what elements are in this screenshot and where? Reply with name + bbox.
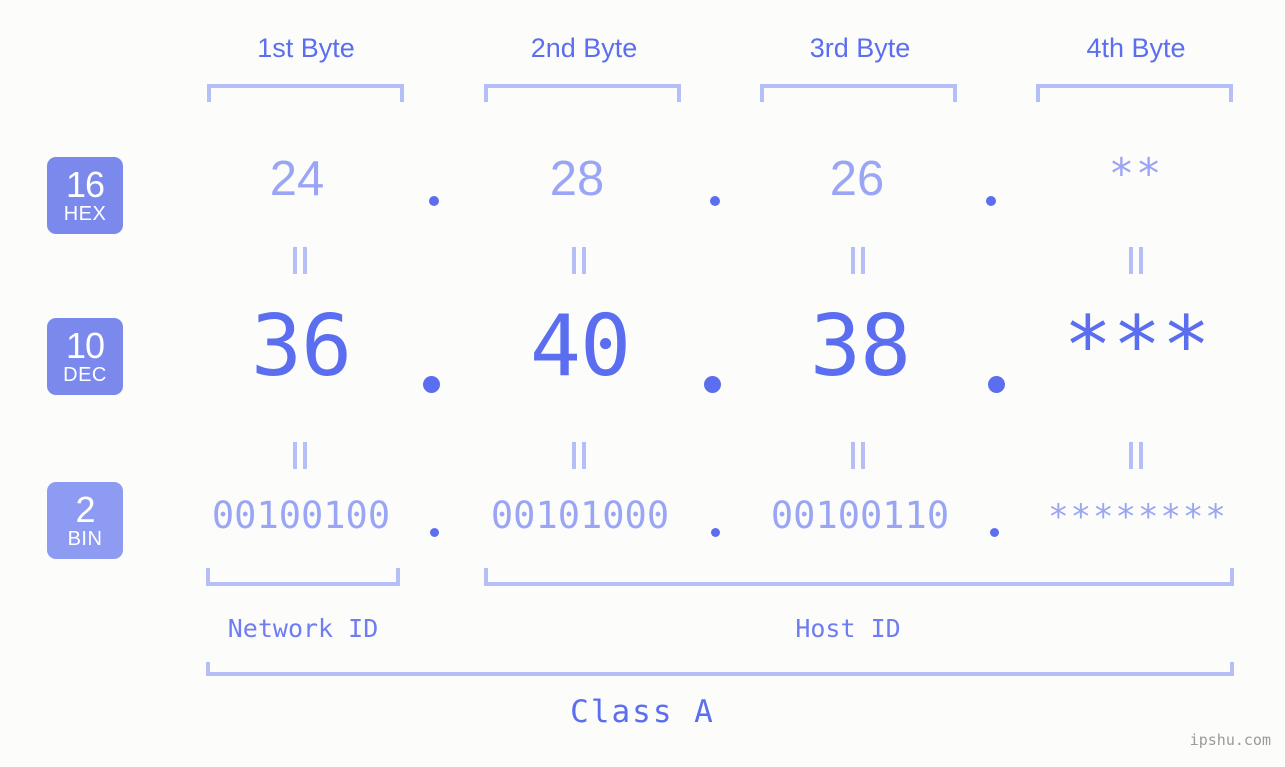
byte-bracket-4: [1036, 84, 1233, 102]
dec-byte-1: 36: [250, 297, 352, 396]
equals-icon-3-hex-dec: [851, 247, 865, 274]
dec-byte-3: 38: [809, 297, 911, 396]
equals-icon-1-hex-dec: [293, 247, 307, 274]
bin-byte-1: 00100100: [211, 494, 391, 537]
equals-icon-4-hex-dec: [1129, 247, 1143, 274]
base-badge-hex: 16 HEX: [47, 157, 123, 234]
byte-header-4: 4th Byte: [1086, 33, 1186, 63]
dec-separator-2: [704, 376, 721, 393]
bin-byte-3: 00100110: [770, 494, 950, 537]
byte-header-2: 2nd Byte: [530, 33, 638, 63]
base-badge-dec: 10 DEC: [47, 318, 123, 395]
equals-icon-2-dec-bin: [572, 442, 586, 469]
base-badge-dec-name: DEC: [63, 364, 107, 386]
hex-byte-4: **: [1108, 149, 1164, 198]
dec-separator-3: [988, 376, 1005, 393]
hex-byte-2: 28: [549, 152, 605, 206]
equals-icon-4-dec-bin: [1129, 442, 1143, 469]
base-badge-dec-number: 10: [65, 325, 105, 366]
equals-icon-3-dec-bin: [851, 442, 865, 469]
hex-byte-1: 24: [269, 152, 325, 206]
byte-bracket-2: [484, 84, 681, 102]
hex-separator-3: [986, 196, 996, 206]
base-badge-hex-number: 16: [65, 164, 105, 205]
network-id-bracket: [206, 568, 400, 586]
dec-separator-1: [423, 376, 440, 393]
hex-byte-3: 26: [829, 152, 885, 206]
bin-separator-1: [430, 528, 439, 537]
bin-separator-3: [990, 528, 999, 537]
dec-byte-4: ***: [1063, 299, 1212, 392]
bin-byte-4: ********: [1048, 497, 1228, 537]
base-badge-bin-name: BIN: [67, 528, 103, 550]
base-badge-bin-number: 2: [75, 489, 95, 530]
byte-header-3: 3rd Byte: [809, 33, 911, 63]
base-badge-hex-name: HEX: [63, 203, 107, 225]
hex-separator-1: [429, 196, 439, 206]
network-id-label: Network ID: [227, 614, 379, 643]
bin-separator-2: [711, 528, 720, 537]
class-bracket: [206, 662, 1234, 676]
class-label: Class A: [570, 694, 715, 730]
byte-header-1: 1st Byte: [257, 33, 355, 63]
host-id-bracket: [484, 568, 1234, 586]
dec-byte-2: 40: [529, 297, 631, 396]
host-id-label: Host ID: [795, 614, 901, 643]
hex-separator-2: [710, 196, 720, 206]
equals-icon-1-dec-bin: [293, 442, 307, 469]
byte-bracket-3: [760, 84, 957, 102]
ip-address-diagram: 1st Byte 2nd Byte 3rd Byte 4th Byte 16 H…: [0, 0, 1285, 767]
watermark: ipshu.com: [1189, 731, 1271, 749]
equals-icon-2-hex-dec: [572, 247, 586, 274]
bin-byte-2: 00101000: [490, 494, 670, 537]
base-badge-bin: 2 BIN: [47, 482, 123, 559]
byte-bracket-1: [207, 84, 404, 102]
